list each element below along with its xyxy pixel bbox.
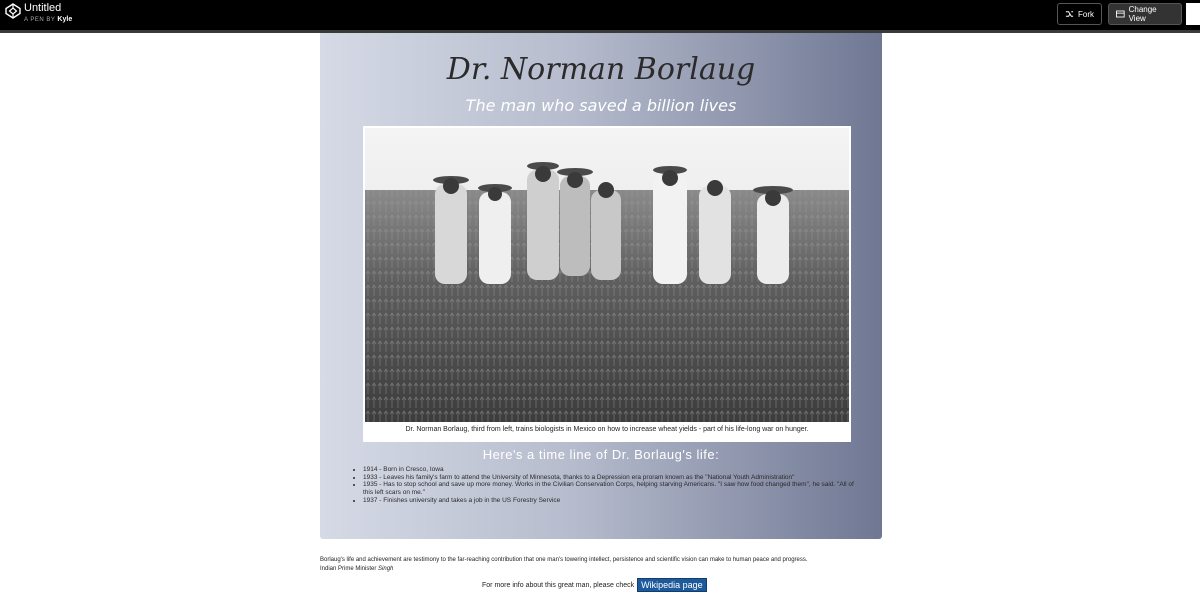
quote-author: Indian Prime Minister Singh	[320, 565, 880, 574]
page-tagline: The man who saved a billion lives	[465, 96, 737, 115]
timeline-item: 1935 - Has to stop school and save up mo…	[363, 481, 863, 496]
fork-label: Fork	[1078, 9, 1094, 19]
author-link[interactable]: Kyle	[57, 16, 72, 23]
fork-icon	[1065, 10, 1074, 17]
borlaug-photo	[365, 128, 849, 422]
timeline-item: 1933 - Leaves his family's farm to atten…	[363, 474, 863, 482]
change-view-icon	[1116, 10, 1125, 18]
change-view-button[interactable]: Change View	[1108, 3, 1182, 25]
quote-author-prefix: Indian Prime Minister	[320, 565, 377, 572]
change-view-label: Change View	[1128, 5, 1157, 23]
timeline-item: 1914 - Born in Cresco, Iowa	[363, 466, 863, 474]
timeline-heading: Here's a time line of Dr. Borlaug's life…	[482, 447, 720, 462]
byline-prefix: A PEN BY	[24, 17, 56, 23]
top-bar: Untitled A PEN BY Kyle Fork Change View	[0, 0, 1200, 33]
image-caption: Dr. Norman Borlaug, third from left, tra…	[405, 426, 809, 433]
timeline-list: 1914 - Born in Cresco, Iowa 1933 - Leave…	[355, 466, 863, 505]
quote-text: Borlaug's life and achievement are testi…	[320, 557, 808, 563]
image-frame: Dr. Norman Borlaug, third from left, tra…	[363, 126, 851, 442]
corner-icon[interactable]	[1186, 3, 1200, 25]
page-title: Dr. Norman Borlaug	[446, 52, 756, 87]
quote-author-name: Singh	[378, 565, 394, 572]
pen-byline: A PEN BY Kyle	[24, 16, 72, 23]
more-info-text: For more info about this great man, plea…	[482, 581, 635, 589]
pen-title[interactable]: Untitled	[24, 2, 61, 14]
wikipedia-link[interactable]: Wikipedia page	[637, 578, 707, 592]
more-info: For more info about this great man, plea…	[482, 578, 707, 592]
fork-button[interactable]: Fork	[1057, 3, 1102, 25]
timeline-item: 1937 - Finishes university and takes a j…	[363, 497, 863, 505]
codepen-logo-icon[interactable]	[5, 3, 21, 19]
quote-block: Borlaug's life and achievement are testi…	[320, 556, 880, 573]
